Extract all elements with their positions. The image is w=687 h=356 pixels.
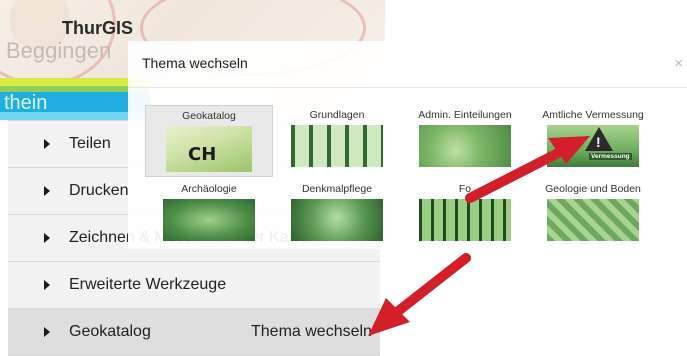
caret-right-icon	[44, 280, 50, 290]
tile-label: Grundlagen	[309, 109, 365, 121]
theme-tile-admin-einteilungen[interactable]: Admin. Einteilungen	[401, 105, 529, 167]
tile-label: Archäologie	[181, 183, 237, 195]
app-title: ThurGIS	[62, 18, 133, 38]
tile-label: Amtliche Vermessung	[542, 109, 644, 121]
caret-right-icon	[44, 186, 50, 196]
caret-right-icon	[44, 327, 50, 337]
tile-label: Denkmalpflege	[301, 183, 373, 195]
sidebar-item-label: Geokatalog	[69, 323, 151, 340]
tile-label: Admin. Einteilungen	[418, 109, 512, 121]
theme-switch-modal: Thema wechseln × Geokatalog CH Grundlage…	[128, 41, 687, 249]
cracked-soil-icon	[547, 199, 639, 241]
theme-tile-archaeologie[interactable]: Archäologie	[145, 179, 273, 241]
sidebar-item-label: Teilen	[69, 135, 111, 152]
caret-right-icon	[44, 139, 50, 149]
sidebar-item-werkzeuge[interactable]: Erweiterte Werkzeuge	[8, 261, 380, 309]
forest-icon	[419, 199, 511, 241]
tile-label: Geokatalog	[182, 110, 236, 122]
tile-label: Geologie und Boden	[545, 183, 641, 195]
documents-icon	[291, 125, 383, 167]
theme-tile-geokatalog[interactable]: Geokatalog CH	[145, 105, 273, 177]
theme-tile-denkmalpflege[interactable]: Denkmalpflege	[273, 179, 401, 241]
sign-caption: Vermessung	[589, 153, 632, 160]
modal-title: Thema wechseln	[142, 55, 248, 71]
modal-divider	[128, 87, 687, 88]
sidebar-item-label: Erweiterte Werkzeuge	[69, 276, 227, 293]
warning-sign-icon: ! Vermessung	[547, 125, 639, 167]
tile-label: Fo	[458, 183, 472, 195]
boundary-stone-icon	[419, 125, 511, 167]
theme-tile-geologie-boden[interactable]: Geologie und Boden	[529, 179, 657, 241]
sidebar-item-geokatalog[interactable]: Geokatalog Thema wechseln	[8, 308, 380, 356]
close-icon[interactable]: ×	[674, 55, 683, 72]
theme-tile-forst[interactable]: Fo	[401, 179, 529, 241]
arrow-to-thema-wechseln	[368, 253, 471, 336]
relief-icon	[163, 199, 255, 241]
ch-overlay: CH	[188, 144, 217, 165]
ornament-icon	[291, 199, 383, 241]
map-town-label: Beggingen	[6, 38, 112, 63]
stripe-text: thein	[4, 92, 48, 114]
sidebar-item-label: Drucken	[69, 182, 129, 199]
caret-right-icon	[44, 233, 50, 243]
thema-wechseln-link[interactable]: Thema wechseln	[251, 323, 372, 341]
exclamation-mark: !	[596, 134, 601, 150]
book-ch-icon: CH	[166, 126, 252, 172]
theme-tile-grundlagen[interactable]: Grundlagen	[273, 105, 401, 167]
theme-tile-amtliche-vermessung[interactable]: Amtliche Vermessung ! Vermessung	[529, 105, 657, 167]
